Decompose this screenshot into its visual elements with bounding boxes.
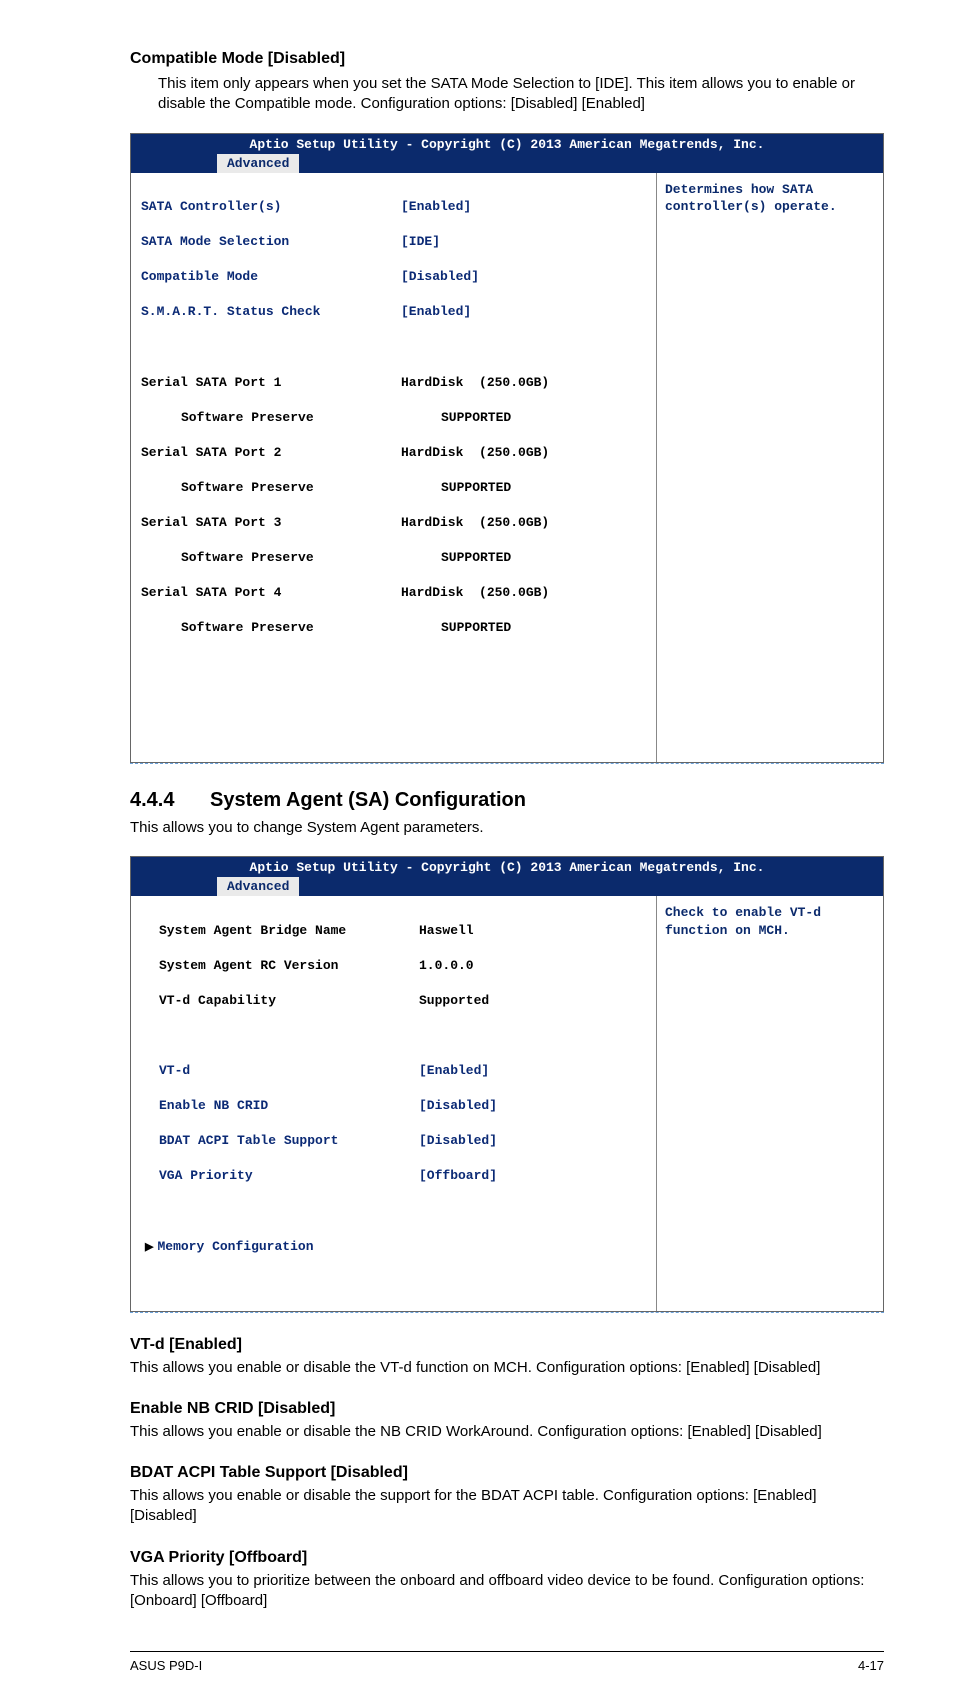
bridge-name-label: System Agent Bridge Name	[141, 922, 419, 940]
cut-line-2	[130, 1312, 884, 1314]
sata-mode-label[interactable]: SATA Mode Selection	[141, 233, 401, 251]
port4-value: HardDisk (250.0GB)	[401, 584, 549, 602]
vga-heading: VGA Priority [Offboard]	[130, 1549, 884, 1567]
bios1-tab-advanced[interactable]: Advanced	[217, 154, 299, 173]
section-number: 4.4.4	[130, 789, 210, 812]
bdat-desc: This allows you enable or disable the su…	[130, 1486, 884, 1527]
bios1-left-pane: SATA Controller(s)[Enabled] SATA Mode Se…	[131, 173, 656, 763]
cut-line	[130, 763, 884, 765]
bios-panel-sa: Aptio Setup Utility - Copyright (C) 2013…	[130, 856, 884, 1311]
footer-model: ASUS P9D-I	[130, 1658, 202, 1673]
nbcrid-label[interactable]: Enable NB CRID	[141, 1097, 419, 1115]
bdat-label[interactable]: BDAT ACPI Table Support	[141, 1132, 419, 1150]
nbcrid-heading: Enable NB CRID [Disabled]	[130, 1400, 884, 1418]
vtd-value[interactable]: [Enabled]	[419, 1062, 489, 1080]
nbcrid-desc: This allows you enable or disable the NB…	[130, 1422, 884, 1442]
rc-version-label: System Agent RC Version	[141, 957, 419, 975]
vga-label[interactable]: VGA Priority	[141, 1167, 419, 1185]
port1-label: Serial SATA Port 1	[141, 374, 401, 392]
vtd-label[interactable]: VT-d	[141, 1062, 419, 1080]
sata-controller-label[interactable]: SATA Controller(s)	[141, 198, 401, 216]
port2-value: HardDisk (250.0GB)	[401, 444, 549, 462]
vtd-cap-label: VT-d Capability	[141, 992, 419, 1010]
bios2-tab-advanced[interactable]: Advanced	[217, 877, 299, 896]
port3-label: Serial SATA Port 3	[141, 514, 401, 532]
bridge-name-value: Haswell	[419, 922, 474, 940]
section-title: System Agent (SA) Configuration	[210, 789, 526, 812]
vtd-desc: This allows you enable or disable the VT…	[130, 1358, 884, 1378]
bios2-title: Aptio Setup Utility - Copyright (C) 2013…	[137, 860, 877, 875]
compatible-mode-label[interactable]: Compatible Mode	[141, 268, 401, 286]
nbcrid-value[interactable]: [Disabled]	[419, 1097, 497, 1115]
vtd-cap-value: Supported	[419, 992, 489, 1010]
vtd-heading: VT-d [Enabled]	[130, 1336, 884, 1354]
port4-preserve-value: SUPPORTED	[441, 619, 511, 637]
port1-preserve-label: Software Preserve	[141, 409, 441, 427]
port3-preserve-label: Software Preserve	[141, 549, 441, 567]
port2-preserve-value: SUPPORTED	[441, 479, 511, 497]
bdat-heading: BDAT ACPI Table Support [Disabled]	[130, 1464, 884, 1482]
bios-panel-sata: Aptio Setup Utility - Copyright (C) 2013…	[130, 133, 884, 764]
bios1-title: Aptio Setup Utility - Copyright (C) 2013…	[137, 137, 877, 152]
smart-label[interactable]: S.M.A.R.T. Status Check	[141, 303, 401, 321]
bios2-left-pane: System Agent Bridge NameHaswell System A…	[131, 896, 656, 1310]
compat-mode-desc: This item only appears when you set the …	[158, 74, 884, 115]
memory-config-link[interactable]: Memory Configuration	[141, 1238, 419, 1256]
bios1-help-pane: Determines how SATA controller(s) operat…	[656, 173, 883, 763]
compatible-mode-value[interactable]: [Disabled]	[401, 268, 479, 286]
rc-version-value: 1.0.0.0	[419, 957, 474, 975]
sata-mode-value[interactable]: [IDE]	[401, 233, 440, 251]
port2-preserve-label: Software Preserve	[141, 479, 441, 497]
bios2-help-pane: Check to enable VT-d function on MCH.	[656, 896, 883, 1310]
page-footer: ASUS P9D-I 4-17	[130, 1651, 884, 1673]
vga-value[interactable]: [Offboard]	[419, 1167, 497, 1185]
vga-desc: This allows you to prioritize between th…	[130, 1571, 884, 1612]
port4-label: Serial SATA Port 4	[141, 584, 401, 602]
bdat-value[interactable]: [Disabled]	[419, 1132, 497, 1150]
port3-preserve-value: SUPPORTED	[441, 549, 511, 567]
smart-value[interactable]: [Enabled]	[401, 303, 471, 321]
port1-preserve-value: SUPPORTED	[441, 409, 511, 427]
compat-mode-heading: Compatible Mode [Disabled]	[130, 50, 884, 68]
section-desc: This allows you to change System Agent p…	[130, 818, 884, 838]
port1-value: HardDisk (250.0GB)	[401, 374, 549, 392]
port2-label: Serial SATA Port 2	[141, 444, 401, 462]
sata-controller-value[interactable]: [Enabled]	[401, 198, 471, 216]
port3-value: HardDisk (250.0GB)	[401, 514, 549, 532]
footer-page-number: 4-17	[858, 1658, 884, 1673]
port4-preserve-label: Software Preserve	[141, 619, 441, 637]
